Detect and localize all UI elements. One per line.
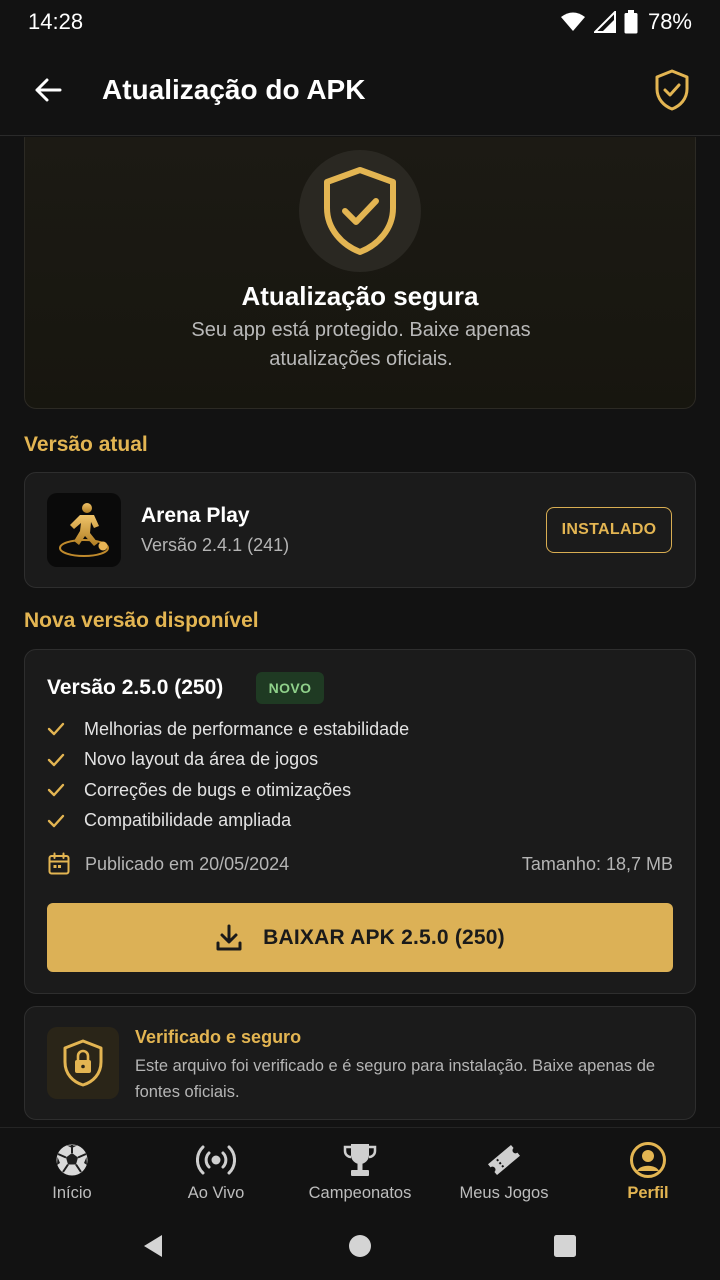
shield-lock-icon: [63, 1039, 103, 1087]
download-apk-button[interactable]: BAIXAR APK 2.5.0 (250): [47, 903, 673, 972]
screen: 14:28 78% Atualização do APK Atualização…: [0, 0, 720, 1280]
changelog-item: Melhorias de performance e estabilidade: [47, 714, 409, 745]
check-icon: [47, 722, 84, 736]
system-home-button[interactable]: [345, 1231, 375, 1261]
changelog-text: Compatibilidade ampliada: [84, 810, 292, 831]
changelog-item: Compatibilidade ampliada: [47, 806, 409, 837]
check-icon: [47, 814, 84, 828]
broadcast-icon: [196, 1140, 236, 1180]
check-icon: [47, 753, 84, 767]
ticket-icon: [484, 1140, 524, 1180]
new-version-number: Versão 2.5.0 (250): [47, 676, 224, 699]
battery-icon: [624, 10, 638, 34]
release-meta: Publicado em 20/05/2024 Tamanho: 18,7 MB: [47, 852, 673, 876]
verified-badge: [47, 1027, 119, 1099]
download-icon: [216, 924, 242, 950]
changelog-list: Melhorias de performance e estabilidade …: [47, 714, 409, 836]
check-icon: [47, 783, 84, 797]
status-time: 14:28: [28, 9, 84, 34]
changelog-item: Novo layout da área de jogos: [47, 745, 409, 776]
shield-check-icon: [324, 167, 396, 255]
system-back-button[interactable]: [138, 1231, 168, 1261]
wifi-icon: [560, 12, 586, 32]
signal-icon: [593, 11, 616, 33]
app-logo: [47, 493, 121, 567]
nav-label: Início: [52, 1184, 92, 1202]
current-version-heading: Versão atual: [24, 433, 148, 456]
square-recents-icon: [554, 1235, 576, 1257]
hero-subtitle: Seu app está protegido. Baixe apenas atu…: [191, 319, 531, 370]
new-version-card: Versão 2.5.0 (250) NOVO Melhorias de per…: [24, 649, 696, 994]
soccer-ball-icon: [52, 1140, 92, 1180]
changelog-text: Novo layout da área de jogos: [84, 749, 319, 770]
nav-label: Campeonatos: [308, 1184, 412, 1202]
circle-home-icon: [349, 1235, 371, 1257]
scroll-content[interactable]: Atualização segura Seu app está protegid…: [0, 137, 720, 1127]
download-button-label: BAIXAR APK 2.5.0 (250): [263, 925, 505, 949]
changelog-text: Correções de bugs e otimizações: [84, 779, 352, 800]
bottom-navigation: Início Ao Vivo Campeonatos Meus Jogos Pe…: [0, 1127, 720, 1213]
nav-item-perfil[interactable]: Perfil: [576, 1128, 720, 1213]
arrow-left-icon: [35, 78, 62, 101]
new-badge: NOVO: [256, 672, 324, 704]
app-bar: Atualização do APK: [0, 44, 720, 136]
nav-item-meus-jogos[interactable]: Meus Jogos: [432, 1128, 576, 1213]
shield-check-icon[interactable]: [652, 68, 692, 112]
nav-label: Ao Vivo: [187, 1184, 245, 1202]
nav-label: Perfil: [627, 1184, 669, 1202]
security-hero-card: Atualização segura Seu app está protegid…: [24, 137, 696, 409]
hero-title: Atualização segura: [241, 281, 479, 311]
verification-card: Verificado e seguro Este arquivo foi ver…: [24, 1006, 696, 1120]
installed-status-badge: INSTALADO: [546, 507, 672, 553]
file-size: Tamanho: 18,7 MB: [521, 853, 673, 874]
nav-item-inicio[interactable]: Início: [0, 1128, 144, 1213]
installed-version: Versão 2.4.1 (241): [141, 535, 290, 555]
nav-item-ao-vivo[interactable]: Ao Vivo: [144, 1128, 288, 1213]
new-version-heading: Nova versão disponível: [24, 609, 259, 632]
triangle-back-icon: [144, 1235, 162, 1257]
status-bar: 14:28 78%: [0, 0, 720, 44]
system-recents-button[interactable]: [550, 1231, 580, 1261]
profile-icon: [628, 1140, 668, 1180]
nav-label: Meus Jogos: [459, 1184, 549, 1202]
system-navigation-bar: [0, 1213, 720, 1280]
changelog-item: Correções de bugs e otimizações: [47, 775, 409, 806]
app-name: Arena Play: [141, 504, 250, 527]
page-title: Atualização do APK: [102, 73, 366, 105]
battery-percentage: 78%: [647, 9, 692, 34]
calendar-icon: [47, 852, 71, 876]
security-shield-badge: [299, 150, 421, 272]
trophy-icon: [340, 1140, 380, 1180]
back-button[interactable]: [24, 66, 72, 114]
current-version-card: Arena Play Versão 2.4.1 (241) INSTALADO: [24, 472, 696, 588]
status-icons: 78%: [560, 9, 692, 35]
verification-title: Verificado e seguro: [135, 1027, 302, 1047]
changelog-text: Melhorias de performance e estabilidade: [84, 718, 410, 739]
nav-item-campeonatos[interactable]: Campeonatos: [288, 1128, 432, 1213]
publish-date: Publicado em 20/05/2024: [85, 853, 290, 874]
verification-text: Este arquivo foi verificado e é seguro p…: [135, 1057, 656, 1101]
